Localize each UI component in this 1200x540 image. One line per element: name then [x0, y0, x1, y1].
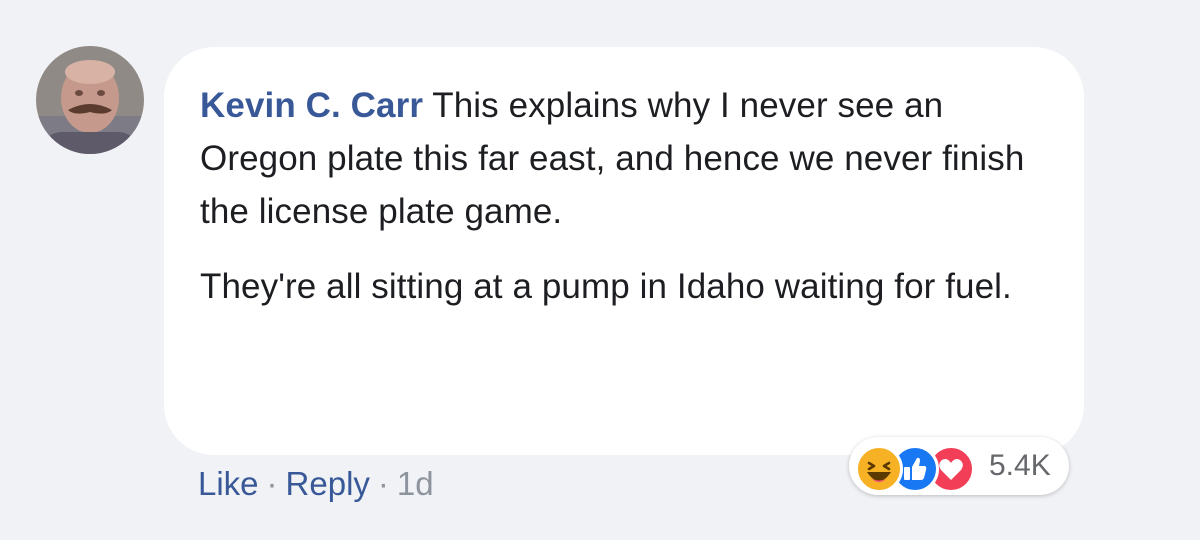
comment-text-paragraph-2: They're all sitting at a pump in Idaho w… [200, 267, 1012, 306]
like-link[interactable]: Like [198, 465, 259, 502]
reply-link[interactable]: Reply [286, 465, 370, 502]
reaction-summary[interactable]: 5.4K [849, 437, 1069, 495]
comment-bubble: Kevin C. Carr This explains why I never … [164, 47, 1084, 455]
comment-actions: Like · Reply · 1d [198, 462, 434, 506]
comment-body: Kevin C. Carr This explains why I never … [200, 79, 1048, 238]
avatar[interactable] [36, 46, 144, 154]
reaction-icons [855, 443, 981, 493]
haha-icon [855, 445, 903, 493]
separator: · [266, 465, 278, 502]
avatar-photo [36, 46, 144, 154]
separator: · [377, 465, 389, 502]
timestamp-link[interactable]: 1d [397, 465, 434, 502]
reaction-count: 5.4K [989, 449, 1051, 482]
comment-author-link[interactable]: Kevin C. Carr [200, 86, 423, 125]
